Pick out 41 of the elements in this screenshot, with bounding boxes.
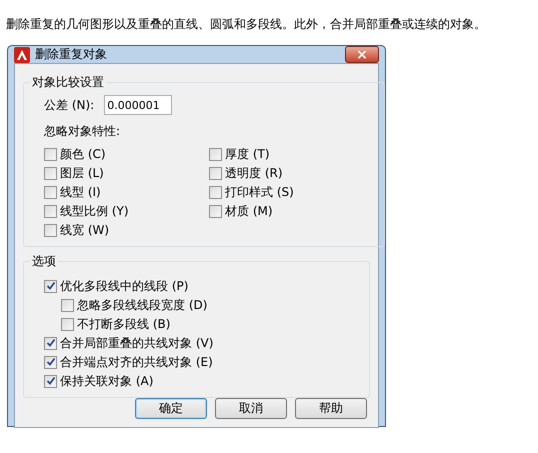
- section-label: 忽略对象特性:: [44, 123, 120, 140]
- checkbox[interactable]: [209, 148, 222, 160]
- dialog-button[interactable]: 确定: [135, 398, 207, 419]
- checkbox-label: 材质 (M): [225, 202, 273, 220]
- checkbox[interactable]: [44, 374, 57, 388]
- window-title: 删除重复对象: [35, 46, 107, 63]
- checkbox[interactable]: [44, 336, 57, 350]
- checkbox-label: 线型比例 (Y): [60, 202, 129, 220]
- checkbox-label: 不打断多段线 (B): [77, 316, 170, 332]
- checkbox[interactable]: [44, 356, 57, 368]
- checkbox-label: 厚度 (T): [225, 146, 270, 162]
- checkbox[interactable]: [209, 186, 222, 198]
- group-title: 选项: [31, 253, 57, 270]
- checkbox-label: 保持关联对象 (A): [60, 372, 154, 390]
- checkbox-label: 图层 (L): [60, 164, 104, 182]
- checkbox-label: 线型 (I): [60, 184, 101, 200]
- checkbox[interactable]: [44, 148, 57, 160]
- tolerance-field[interactable]: 0.000001: [104, 95, 172, 115]
- checkbox-label: 忽略多段线线段宽度 (D): [77, 296, 208, 314]
- checkbox[interactable]: [61, 318, 74, 330]
- checkbox[interactable]: [44, 280, 57, 292]
- checkbox[interactable]: [44, 186, 57, 198]
- checkbox[interactable]: [209, 204, 222, 218]
- dialog-button[interactable]: 取消: [215, 398, 287, 419]
- checkbox-label: 透明度 (R): [225, 164, 283, 182]
- checkbox-label: 合并局部重叠的共线对象 (V): [60, 334, 214, 352]
- checkbox-label: 颜色 (C): [60, 146, 106, 162]
- dialog-button[interactable]: 帮助: [295, 398, 367, 419]
- checkbox-label: 合并端点对齐的共线对象 (E): [60, 354, 213, 370]
- checkbox[interactable]: [61, 298, 74, 312]
- app-logo-icon: [14, 46, 30, 62]
- description-text: 删除重复的几何图形以及重叠的直线、圆弧和多段线。此外，合并局部重叠或连续的对象。: [6, 16, 486, 33]
- checkbox[interactable]: [44, 224, 57, 236]
- field-label: 公差 (N):: [44, 96, 94, 114]
- checkbox[interactable]: [209, 166, 222, 180]
- checkbox[interactable]: [44, 166, 57, 180]
- checkbox-label: 线宽 (W): [60, 222, 110, 238]
- checkbox-label: 打印样式 (S): [225, 184, 294, 200]
- group-title: 对象比较设置: [31, 74, 105, 91]
- checkbox[interactable]: [44, 204, 57, 218]
- checkbox-label: 优化多段线中的线段 (P): [60, 278, 188, 294]
